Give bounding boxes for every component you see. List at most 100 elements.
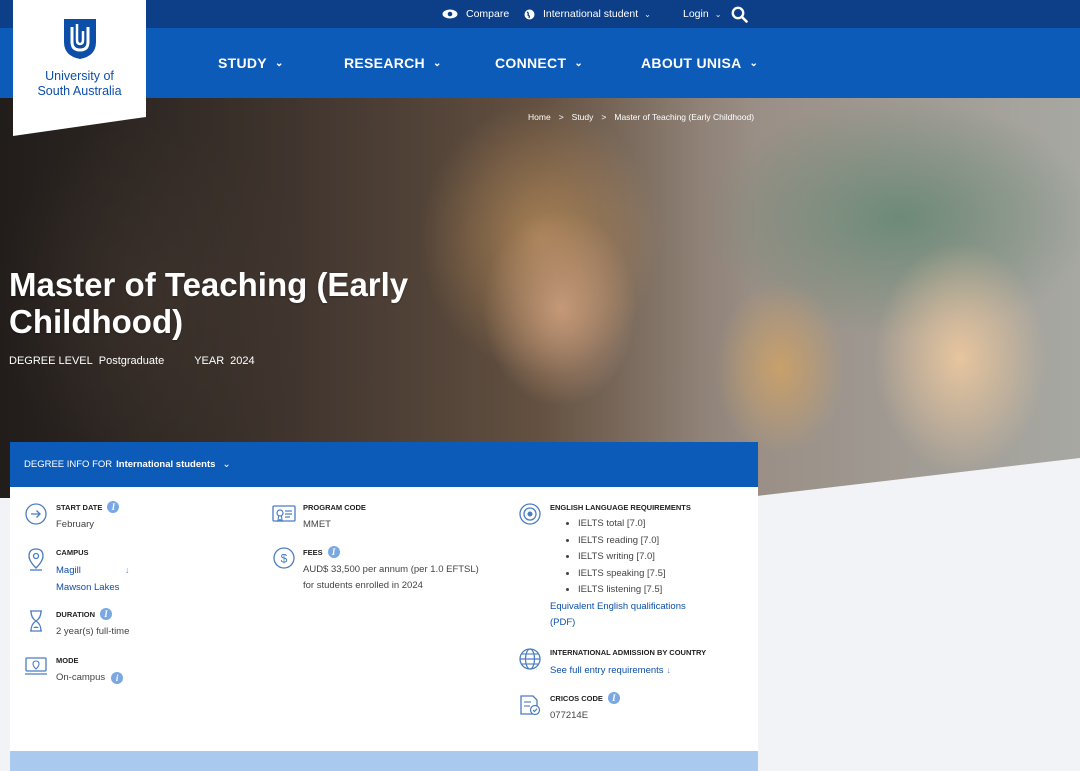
year-value: 2024 xyxy=(230,355,255,367)
fees: FEES i AUD$ 33,500 per annum (per 1.0 EFT… xyxy=(303,545,479,594)
nav-connect-label: CONNECT xyxy=(495,55,567,71)
login-label: Login xyxy=(683,8,709,20)
eye-icon xyxy=(442,9,458,19)
page-title: Master of Teaching (Early Childhood) xyxy=(9,266,409,340)
campus-magill-link[interactable]: Magill xyxy=(56,565,81,576)
mode-label: MODE xyxy=(56,655,79,665)
search-icon xyxy=(731,6,748,23)
hero-angled-edge xyxy=(740,458,1080,498)
start-date-label: START DATE xyxy=(56,502,103,512)
student-type-selector[interactable]: International student ⌄ xyxy=(524,0,651,28)
degree-level-label: DEGREE LEVEL xyxy=(9,355,93,367)
chevron-down-icon: ⌄ xyxy=(574,57,584,69)
document-check-icon xyxy=(520,695,541,716)
list-item: IELTS writing [7.0] xyxy=(578,549,691,566)
degree-level-value: Postgraduate xyxy=(98,355,165,367)
degree-info-selector[interactable]: DEGREE INFO FOR International students ⌄ xyxy=(10,442,758,487)
chevron-down-icon: ⌄ xyxy=(274,57,284,69)
utility-bar: Compare International student ⌄ Login ⌄ xyxy=(0,0,1080,28)
info-icon[interactable]: i xyxy=(107,501,120,513)
globe-icon xyxy=(519,648,541,670)
international-admission: INTERNATIONAL ADMISSION BY COUNTRY See f… xyxy=(550,645,706,679)
compare-link[interactable]: Compare xyxy=(442,0,509,28)
info-icon[interactable]: i xyxy=(100,608,113,620)
fees-note: for students enrolled in 2024 xyxy=(303,580,423,591)
main-navigation: STUDY ⌄ RESEARCH ⌄ CONNECT ⌄ ABOUT UNISA… xyxy=(0,28,1080,98)
duration: DURATION i 2 year(s) full-time xyxy=(56,607,129,640)
info-icon[interactable]: i xyxy=(327,546,340,558)
nav-about[interactable]: ABOUT UNISA ⌄ xyxy=(641,28,758,98)
mode: MODE On-campus i xyxy=(56,653,124,686)
breadcrumb-study[interactable]: Study xyxy=(572,112,594,122)
degree-info-prefix: DEGREE INFO FOR xyxy=(24,459,113,470)
logo-line-2: South Australia xyxy=(37,84,122,98)
mode-value: On-campus xyxy=(56,672,106,683)
list-item: IELTS reading [7.0] xyxy=(578,533,691,550)
nav-study[interactable]: STUDY ⌄ xyxy=(218,28,284,98)
hourglass-icon xyxy=(30,610,42,632)
globe-icon xyxy=(524,9,535,19)
down-arrow-icon: ↓ xyxy=(666,665,672,675)
equivalent-english-pdf-link[interactable]: (PDF) xyxy=(550,617,575,628)
chevron-down-icon: ⌄ xyxy=(222,459,231,470)
year-label: YEAR xyxy=(194,355,225,367)
program-code-value: MMET xyxy=(303,519,331,530)
chevron-down-icon: ⌄ xyxy=(749,57,759,69)
list-item: IELTS total [7.0] xyxy=(578,516,691,533)
list-item: IELTS listening [7.5] xyxy=(578,582,691,599)
chevron-down-icon: ⌄ xyxy=(714,9,722,19)
program-code-label: PROGRAM CODE xyxy=(303,502,366,512)
nav-research-label: RESEARCH xyxy=(344,55,425,71)
degree-info-card: START DATE i February CAMPUS Magill ↓ Maws… xyxy=(10,487,758,751)
nav-connect[interactable]: CONNECT ⌄ xyxy=(495,28,583,98)
logo-line-1: University of xyxy=(45,69,114,83)
chevron-down-icon: ⌄ xyxy=(644,9,651,19)
info-icon[interactable]: i xyxy=(111,672,124,684)
full-entry-requirements-link[interactable]: See full entry requirements xyxy=(550,665,664,676)
campus-mawson-lakes-link[interactable]: Mawson Lakes xyxy=(56,582,119,593)
breadcrumb: Home > Study > Master of Teaching (Early… xyxy=(528,112,754,122)
login-link[interactable]: Login ⌄ xyxy=(683,0,721,28)
campus: CAMPUS Magill ↓ Mawson Lakes xyxy=(56,545,129,596)
breadcrumb-current: Master of Teaching (Early Childhood) xyxy=(614,112,755,122)
nav-about-label: ABOUT UNISA xyxy=(641,55,742,71)
breadcrumb-separator: > xyxy=(601,112,607,122)
university-logo[interactable]: University of South Australia xyxy=(13,0,146,136)
list-item: IELTS speaking [7.5] xyxy=(578,566,691,583)
shield-logo-icon xyxy=(63,19,96,59)
compare-label: Compare xyxy=(466,8,510,20)
duration-label: DURATION xyxy=(56,609,96,619)
location-pin-icon xyxy=(28,548,44,571)
arrow-circle-icon xyxy=(25,503,47,525)
start-date: START DATE i February xyxy=(56,500,120,533)
laptop-location-icon xyxy=(25,657,47,675)
start-date-value: February xyxy=(56,519,95,530)
dollar-icon: $ xyxy=(273,547,295,569)
target-icon xyxy=(519,503,541,525)
svg-text:$: $ xyxy=(281,552,288,566)
fees-label: FEES xyxy=(303,547,323,557)
equivalent-english-link[interactable]: Equivalent English qualifications xyxy=(550,601,686,612)
breadcrumb-separator: > xyxy=(558,112,564,122)
chevron-down-icon: ⌄ xyxy=(432,57,442,69)
certificate-icon xyxy=(272,505,296,523)
english-label: ENGLISH LANGUAGE REQUIREMENTS xyxy=(550,502,691,512)
cricos-value: 077214E xyxy=(550,710,589,721)
cricos-label: CRICOS CODE xyxy=(550,693,603,703)
breadcrumb-home[interactable]: Home xyxy=(528,112,551,122)
cricos-code: CRICOS CODE i 077214E xyxy=(550,691,620,724)
nav-research[interactable]: RESEARCH ⌄ xyxy=(344,28,442,98)
english-requirements: ENGLISH LANGUAGE REQUIREMENTS IELTS tota… xyxy=(550,500,691,631)
duration-value: 2 year(s) full-time xyxy=(56,626,130,637)
info-icon[interactable]: i xyxy=(607,692,620,704)
fees-amount: AUD$ 33,500 per annum (per 1.0 EFTSL) xyxy=(303,564,479,575)
admission-label: INTERNATIONAL ADMISSION BY COUNTRY xyxy=(550,647,707,657)
card-footer-strip xyxy=(10,751,758,771)
student-type-label: International student xyxy=(543,8,639,20)
degree-info-audience: International students xyxy=(116,459,216,470)
campus-label: CAMPUS xyxy=(56,547,89,557)
download-arrow-icon[interactable]: ↓ xyxy=(125,565,130,575)
program-code: PROGRAM CODE MMET xyxy=(303,500,366,533)
search-button[interactable] xyxy=(731,0,748,28)
english-list: IELTS total [7.0] IELTS reading [7.0] IE… xyxy=(550,516,691,599)
